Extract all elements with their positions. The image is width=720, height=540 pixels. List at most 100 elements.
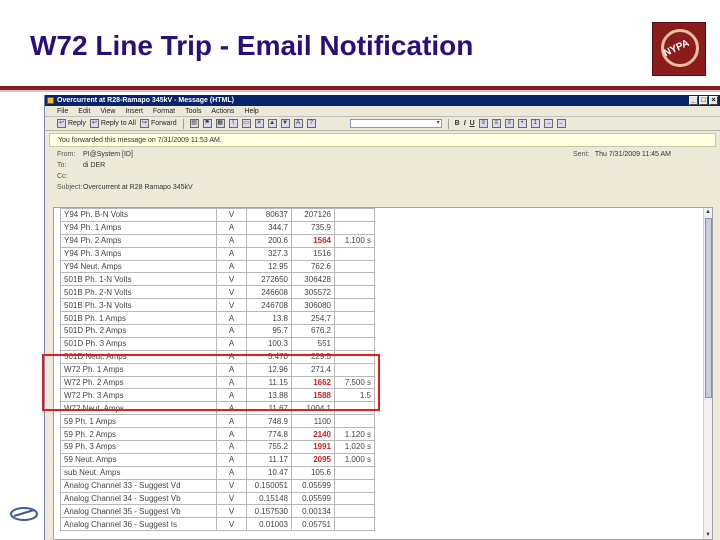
folder-icon[interactable]: ▭ <box>241 119 251 128</box>
row-peak-cell: 0.05599 <box>291 491 335 506</box>
row-duration-cell <box>334 298 375 313</box>
row-duration-cell <box>334 478 375 493</box>
menu-file[interactable]: File <box>57 108 68 115</box>
table-row: Y94 Neut. Amps A 12.95 762.6 <box>60 259 375 274</box>
numbering-icon[interactable]: 1 <box>530 119 540 128</box>
print-icon[interactable]: ▤ <box>189 119 199 128</box>
scroll-down-icon[interactable]: ▼ <box>704 531 712 539</box>
row-unit-cell: V <box>216 504 247 519</box>
bullets-icon[interactable]: • <box>517 119 527 128</box>
row-duration-cell: 1.120 s <box>334 427 375 442</box>
delete-icon[interactable]: ✕ <box>254 119 264 128</box>
w72-highlight-box <box>42 354 380 411</box>
align-center-icon[interactable]: ≡ <box>491 119 501 128</box>
row-peak-cell: 306080 <box>291 298 335 313</box>
menu-view[interactable]: View <box>100 108 115 115</box>
row-duration-cell <box>334 517 375 532</box>
from-label: From: <box>57 151 76 158</box>
menu-insert[interactable]: Insert <box>125 108 143 115</box>
table-row: Y94 Ph. 1 Amps A 344.7 735.9 <box>60 220 375 235</box>
row-name-cell: Y94 Neut. Amps <box>60 259 217 274</box>
row-name-cell: 501B Ph. 1 Amps <box>60 311 217 326</box>
window-titlebar: Overcurrent at R28-Ramapo 345kV - Messag… <box>45 95 720 106</box>
row-name-cell: 501D Ph. 2 Amps <box>60 324 217 338</box>
outdent-icon[interactable]: ← <box>556 119 566 128</box>
row-value-cell: 10.47 <box>246 465 292 480</box>
row-value-cell: 246708 <box>246 298 292 313</box>
row-peak-cell: 1100 <box>291 414 335 429</box>
to-label: To: <box>57 162 67 169</box>
cc-label: Cc: <box>57 173 68 180</box>
maximize-button[interactable]: □ <box>699 96 708 105</box>
reply-button[interactable]: ↩ Reply <box>57 119 86 128</box>
close-button[interactable]: × <box>709 96 718 105</box>
scrollbar-thumb[interactable] <box>705 218 712 398</box>
row-peak-cell: 0.05599 <box>291 478 335 493</box>
row-unit-cell: V <box>216 298 247 313</box>
table-row: 501D Ph. 3 Amps A 100.3 551 <box>60 336 375 351</box>
forward-button[interactable]: ↪ Forward <box>139 119 177 128</box>
row-name-cell: 501D Ph. 3 Amps <box>60 336 217 351</box>
font-size-icon[interactable]: A <box>293 119 303 128</box>
row-unit-cell: A <box>216 246 247 261</box>
row-value-cell: 0.15148 <box>246 491 292 506</box>
menu-actions[interactable]: Actions <box>211 108 234 115</box>
row-peak-cell: 0.05751 <box>291 517 335 532</box>
menu-tools[interactable]: Tools <box>185 108 201 115</box>
menu-edit[interactable]: Edit <box>78 108 90 115</box>
row-unit-cell: V <box>216 285 247 300</box>
to-value[interactable]: di DER <box>83 162 105 169</box>
scroll-up-icon[interactable]: ▲ <box>704 208 712 216</box>
minimize-button[interactable]: _ <box>689 96 698 105</box>
table-row: 59 Ph. 1 Amps A 748.9 1100 <box>60 414 375 429</box>
row-value-cell: 0.157530 <box>246 504 292 519</box>
row-duration-cell: 1.000 s <box>334 452 375 467</box>
align-right-icon[interactable]: ≡ <box>504 119 514 128</box>
row-value-cell: 748.9 <box>246 414 292 429</box>
row-name-cell: Y94 Ph. 3 Amps <box>60 246 217 261</box>
row-value-cell: 0.150051 <box>246 478 292 493</box>
row-unit-cell: A <box>216 452 247 467</box>
from-value[interactable]: PI@System [ID] <box>83 151 133 158</box>
menu-format[interactable]: Format <box>153 108 175 115</box>
italic-icon[interactable]: I <box>464 120 466 127</box>
row-duration-cell <box>334 311 375 326</box>
table-row: 501B Ph. 1-N Volts V 272650 306428 <box>60 272 375 287</box>
bold-icon[interactable]: B <box>455 120 460 127</box>
reply-all-label: Reply to All <box>100 120 136 127</box>
attach-icon[interactable]: ⌇ <box>228 119 238 128</box>
vertical-scrollbar[interactable]: ▲ ▼ <box>703 208 712 539</box>
row-peak-cell: 0.00134 <box>291 504 335 519</box>
row-value-cell: 12.95 <box>246 259 292 274</box>
row-duration-cell <box>334 336 375 351</box>
forwarded-infobar: You forwarded this message on 7/31/2009 … <box>49 133 716 147</box>
row-peak-cell: 1516 <box>291 246 335 261</box>
row-unit-cell: A <box>216 233 247 248</box>
next-icon[interactable]: ▼ <box>280 119 290 128</box>
underline-icon[interactable]: U <box>470 120 475 127</box>
reply-label: Reply <box>68 120 86 127</box>
row-unit-cell: V <box>216 478 247 493</box>
font-dropdown[interactable] <box>349 119 442 128</box>
align-left-icon[interactable]: ≡ <box>478 119 488 128</box>
previous-icon[interactable]: ▲ <box>267 119 277 128</box>
indent-icon[interactable]: → <box>543 119 553 128</box>
row-name-cell: Analog Channel 34 - Suggest Vb <box>60 491 217 506</box>
categories-icon[interactable]: ▦ <box>215 119 225 128</box>
reply-icon: ↩ <box>57 119 66 128</box>
row-name-cell: 501B Ph. 3-N Volts <box>60 298 217 313</box>
row-duration-cell <box>334 272 375 287</box>
row-duration-cell <box>334 208 375 222</box>
row-value-cell: 0.01003 <box>246 517 292 532</box>
row-duration-cell <box>334 414 375 429</box>
help-icon[interactable]: ? <box>306 119 316 128</box>
row-name-cell: 501B Ph. 2-N Volts <box>60 285 217 300</box>
flag-icon[interactable]: ⚑ <box>202 119 212 128</box>
subject-label: Subject: <box>57 184 83 191</box>
subject-value: Overcurrent at R28 Ramapo 345kV <box>83 184 193 191</box>
row-unit-cell: A <box>216 324 247 338</box>
envelope-icon <box>47 97 54 104</box>
reply-all-button[interactable]: ↩ Reply to All <box>89 119 136 128</box>
menu-help[interactable]: Help <box>244 108 258 115</box>
row-name-cell: 501B Ph. 1-N Volts <box>60 272 217 287</box>
